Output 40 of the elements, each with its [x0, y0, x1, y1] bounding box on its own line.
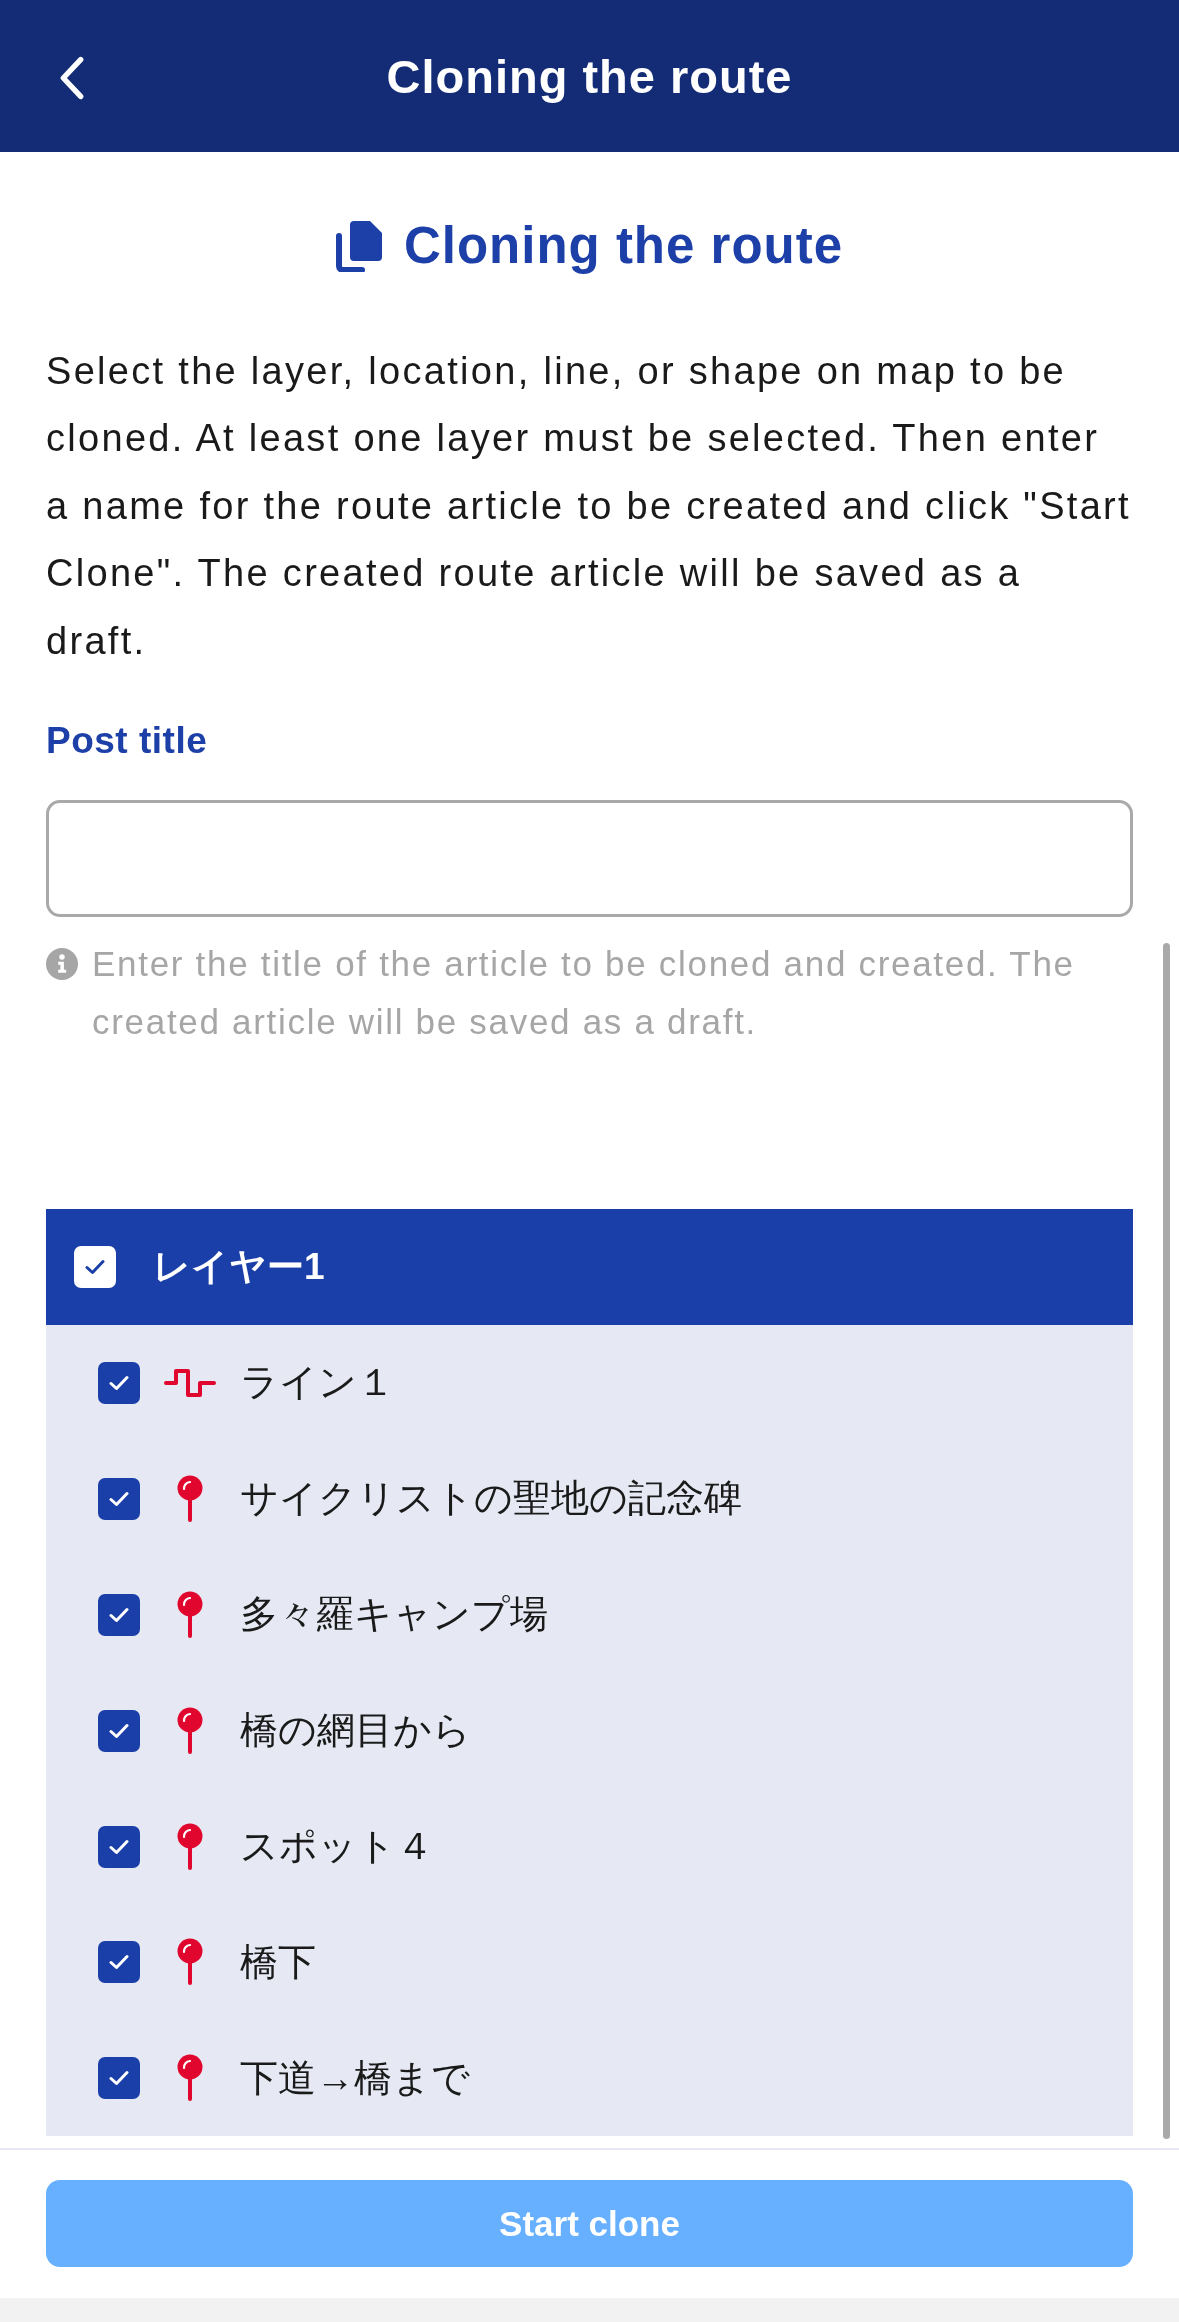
check-icon	[109, 1490, 129, 1507]
item-name: サイクリストの聖地の記念碑	[240, 1476, 742, 1522]
layer-name: レイヤー1	[153, 1245, 325, 1290]
polyline-icon	[164, 1367, 216, 1398]
item-name: 多々羅キャンプ場	[240, 1592, 548, 1638]
check-icon	[109, 2070, 129, 2087]
checkbox[interactable]	[98, 1593, 140, 1636]
check-icon	[109, 1374, 129, 1391]
description-text: Select the layer, location, line, or shape on map to be cloned. At least one layer must be selected. Then enter a name for the route article to be created and click "Start Clone". The created route article will be saved as a draft.	[46, 349, 1132, 664]
check-icon	[85, 1259, 105, 1276]
post-title-input[interactable]	[46, 800, 1133, 918]
pin-icon	[177, 1706, 203, 1755]
section-title: Cloning the route	[403, 216, 844, 276]
checkbox[interactable]	[98, 1941, 140, 1984]
check-icon	[109, 1838, 129, 1855]
copy-icon	[335, 220, 384, 272]
checkbox[interactable]	[98, 1709, 140, 1752]
pin-icon	[177, 1474, 203, 1523]
pin-icon	[177, 2054, 203, 2103]
checkbox[interactable]	[98, 1361, 140, 1404]
item-name: 橋下	[240, 1939, 316, 1985]
check-icon	[109, 1954, 129, 1971]
info-icon	[46, 948, 78, 981]
item-name: 橋の網目から	[240, 1708, 471, 1754]
pin-icon	[177, 1822, 203, 1871]
checkbox[interactable]	[98, 1825, 140, 1868]
scrollbar[interactable]	[1163, 943, 1170, 2139]
field-label: Post title	[46, 719, 209, 764]
check-icon	[109, 1606, 129, 1623]
item-name: スポット４	[240, 1824, 434, 1870]
hint-text: Enter the title of the article to be cloned and created. The created article will be saved as a draft.	[92, 943, 1076, 1044]
checkbox[interactable]	[98, 1477, 140, 1520]
checkbox[interactable]	[98, 2057, 140, 2100]
chevron-left-icon	[59, 56, 85, 100]
pin-icon	[177, 1938, 203, 1987]
check-icon	[109, 1722, 129, 1739]
item-name: ライン１	[240, 1360, 395, 1406]
header-title: Cloning the route	[386, 48, 793, 104]
item-name: 下道→橋まで	[240, 2055, 470, 2101]
pin-icon	[177, 1590, 203, 1639]
